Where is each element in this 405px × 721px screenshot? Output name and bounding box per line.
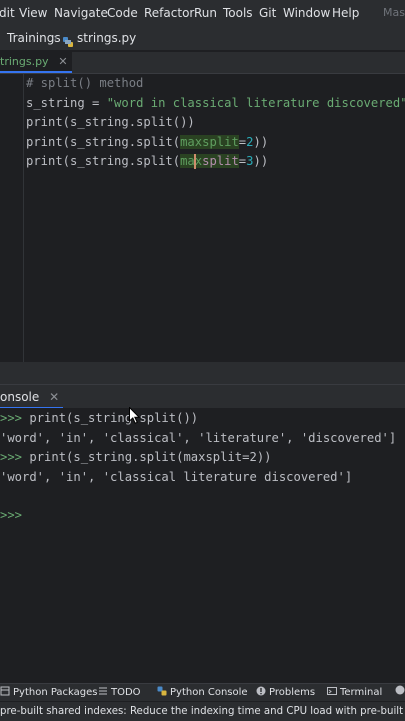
menu-refactor[interactable]: Refactor [144, 0, 194, 26]
breadcrumb: Trainings › strings.py [0, 26, 405, 51]
code-line-3: print(s_string.split()) [26, 115, 195, 129]
tool-python-console[interactable]: Python Console [157, 684, 248, 702]
breadcrumb-file[interactable]: strings.py [77, 26, 136, 50]
menu-bar: dit View Navigate Code Refactor Run Tool… [0, 0, 405, 26]
menu-window[interactable]: Window [283, 0, 330, 26]
terminal-icon [327, 685, 337, 695]
tab-label: trings.py [0, 55, 49, 68]
console-line-4: 'word', 'in', 'classical literature disc… [0, 469, 353, 484]
console-header: onsole ✕ [0, 384, 405, 410]
console-line-5[interactable]: >>> [0, 506, 22, 525]
list-icon [98, 685, 108, 695]
code-line-5: print(s_string.split(maxsplit=3)) [26, 154, 269, 168]
tool-problems[interactable]: Problems [256, 684, 315, 702]
text-caret [194, 154, 196, 169]
menu-run[interactable]: Run [194, 0, 217, 26]
menu-code[interactable]: Code [107, 0, 138, 26]
menu-navigate[interactable]: Navigate [54, 0, 108, 26]
close-icon[interactable]: ✕ [49, 390, 59, 404]
menu-help[interactable]: Help [332, 0, 359, 26]
tool-window-bar: Python Packages TODO Python Console Prob… [0, 683, 405, 702]
panel-splitter[interactable] [0, 362, 405, 384]
python-icon [157, 685, 167, 696]
tool-todo[interactable]: TODO [98, 684, 141, 702]
line-gutter [0, 74, 24, 362]
console-line-1: >>> print(s_string.split()) [0, 411, 199, 425]
editor-tab-bar: trings.py ✕ [0, 52, 405, 74]
code-editor[interactable]: # split() method s_string = "word in cla… [0, 74, 405, 362]
code-line-2: s_string = "word in classical literature… [26, 95, 405, 110]
breadcrumb-separator-icon: › [53, 31, 58, 45]
tool-terminal[interactable]: Terminal [327, 684, 382, 702]
status-message[interactable]: pre-built shared indexes: Reduce the ind… [0, 702, 405, 721]
close-icon[interactable]: ✕ [58, 55, 67, 68]
console-line-3: >>> print(s_string.split(maxsplit=2)) [0, 450, 272, 464]
menu-edit[interactable]: dit [0, 0, 15, 26]
code-line-1: # split() method [26, 76, 144, 90]
menu-view[interactable]: View [19, 0, 47, 26]
tool-python-packages[interactable]: Python Packages [0, 684, 98, 702]
console-line-2: 'word', 'in', 'classical', 'literature',… [0, 430, 397, 445]
window-title: Mas [383, 6, 405, 19]
menu-tools[interactable]: Tools [223, 0, 253, 26]
python-console[interactable]: >>> print(s_string.split()) 'word', 'in'… [0, 408, 405, 678]
menu-git[interactable]: Git [259, 0, 276, 26]
more-tools-icon[interactable] [395, 684, 405, 702]
tab-python-console[interactable]: onsole ✕ [0, 385, 64, 409]
mouse-pointer-icon [129, 406, 141, 427]
code-line-4: print(s_string.split(maxsplit=2)) [26, 134, 269, 149]
python-file-icon [62, 32, 74, 47]
tab-strings-py[interactable]: trings.py ✕ [0, 52, 72, 73]
console-tab-label: onsole [0, 390, 40, 404]
status-bar: pre-built shared indexes: Reduce the ind… [0, 701, 405, 721]
packages-icon [0, 685, 10, 696]
info-icon [256, 685, 266, 696]
